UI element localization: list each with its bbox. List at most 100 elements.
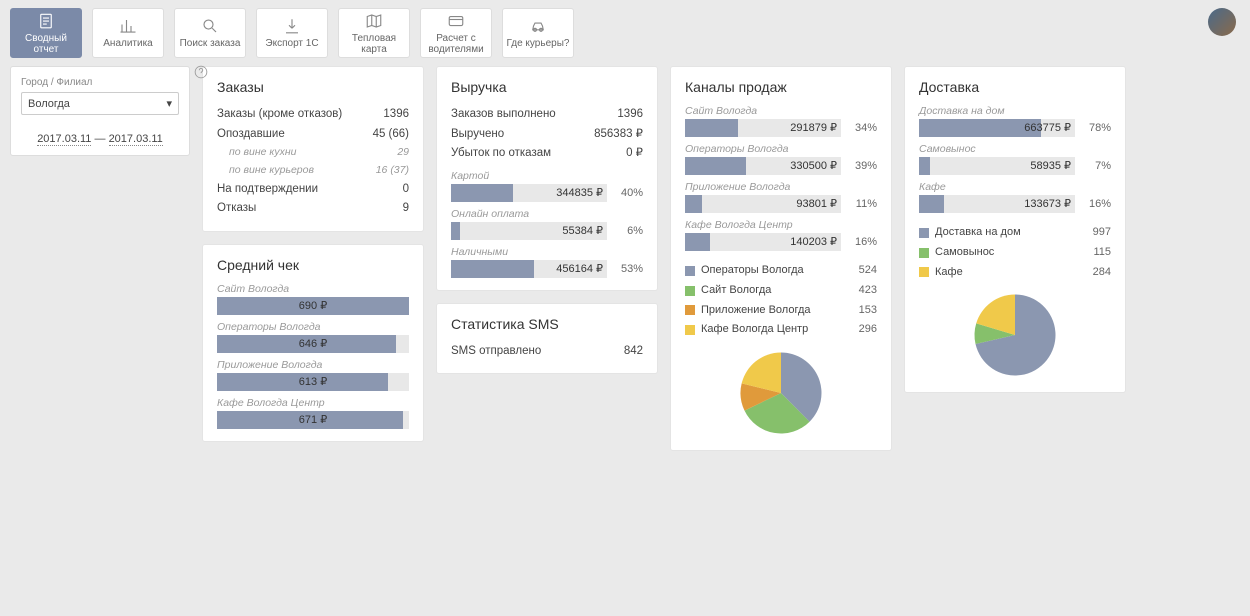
card-title: Каналы продаж: [685, 79, 877, 95]
bar: 690 ₽: [217, 297, 409, 315]
nav-heatmap[interactable]: Тепловая карта: [338, 8, 410, 58]
legend-item: Самовынос 115: [919, 243, 1111, 263]
bar-pct: 7%: [1081, 160, 1111, 172]
row-label: Отказы: [217, 199, 256, 219]
bar-fill: [919, 195, 944, 213]
nav-analytics[interactable]: Аналитика: [92, 8, 164, 58]
row-value: 9: [403, 199, 409, 219]
legend-value: 115: [1093, 243, 1111, 263]
bar-track: 93801 ₽: [685, 195, 841, 213]
bar: 291879 ₽ 34%: [685, 119, 877, 137]
bar-pct: 16%: [847, 236, 877, 248]
bar-track: 344835 ₽: [451, 184, 607, 202]
map-icon: [365, 12, 383, 30]
export-icon: [283, 17, 301, 35]
card-sms: Статистика SMS SMS отправлено 842: [436, 303, 658, 375]
legend-item: Доставка на дом997: [919, 223, 1111, 243]
legend-value: 153: [859, 301, 877, 321]
legend-value: 423: [859, 281, 877, 301]
bar-text: 690 ₽: [299, 297, 327, 315]
legend-swatch: [685, 286, 695, 296]
row-label: по вине кухни: [229, 144, 296, 162]
bar-track: 55384 ₽: [451, 222, 607, 240]
legend-item: Приложение Вологда153: [685, 301, 877, 321]
col-2: Выручка Заказов выполнено1396Выручено856…: [436, 66, 658, 374]
bar-pct: 34%: [847, 122, 877, 134]
bar: 344835 ₽ 40%: [451, 184, 643, 202]
table-row: Выручено856383 ₽: [451, 125, 643, 145]
bar-fill: [685, 119, 738, 137]
legend-swatch: [919, 228, 929, 238]
city-label: Город / Филиал: [21, 77, 179, 88]
bar: 55384 ₽6%: [451, 222, 643, 240]
chevron-down-icon: ▾: [166, 97, 172, 110]
bar-label: Картой: [451, 170, 643, 182]
bar-fill: [685, 233, 710, 251]
channels-legend: Операторы Вологда524Сайт Вологда423Прило…: [685, 261, 877, 340]
bar-pct: 39%: [847, 160, 877, 172]
bar: 330500 ₽ 39%: [685, 157, 877, 175]
bar-text: 58935 ₽: [1030, 157, 1071, 175]
bar-pct: 53%: [613, 263, 643, 275]
card-title: Средний чек: [217, 257, 409, 273]
card-title: Доставка: [919, 79, 1111, 95]
legend-value: 524: [859, 261, 877, 281]
avatar[interactable]: [1208, 8, 1236, 36]
row-label: по вине курьеров: [229, 162, 314, 180]
nav-summary-report[interactable]: Сводный отчет: [10, 8, 82, 58]
nav-export-1c[interactable]: Экспорт 1С: [256, 8, 328, 58]
search-icon: [201, 17, 219, 35]
sms-label: SMS отправлено: [451, 342, 541, 362]
nav-search-order[interactable]: Поиск заказа: [174, 8, 246, 58]
avgcheck-bars: Сайт Вологда690 ₽Операторы Вологда646 ₽П…: [217, 283, 409, 429]
bar: 456164 ₽ 53%: [451, 260, 643, 278]
card-delivery: Доставка Доставка на дом 663775 ₽78% Самов…: [904, 66, 1126, 393]
legend-label: Самовынос: [935, 243, 994, 263]
legend-swatch: [685, 266, 695, 276]
date-to: 2017.03.11: [109, 133, 163, 146]
bar-pct: 40%: [613, 187, 643, 199]
legend-value: 284: [1093, 263, 1111, 283]
cards: Заказы Заказы (кроме отказов)1396Опоздав…: [202, 66, 1240, 451]
nav-label: Расчет с водителями: [428, 33, 483, 55]
nav-couriers[interactable]: Где курьеры?: [502, 8, 574, 58]
date-from: 2017.03.11: [37, 133, 91, 146]
table-row: Заказов выполнено 1396: [451, 105, 643, 125]
bar-label: Сайт Вологда: [685, 105, 877, 117]
topbar: Сводный отчет Аналитика Поиск заказа Экс…: [0, 0, 1250, 66]
legend-item: Кафе284: [919, 263, 1111, 283]
city-select[interactable]: Вологда ▾: [21, 92, 179, 115]
bar-label: Приложение Вологда: [685, 181, 877, 193]
bar-label: Операторы Вологда: [685, 143, 877, 155]
date-range[interactable]: 2017.03.11 — 2017.03.11: [21, 133, 179, 145]
nav-driver-payments[interactable]: Расчет с водителями: [420, 8, 492, 58]
help-icon[interactable]: [194, 65, 208, 79]
table-row: Заказы (кроме отказов)1396: [217, 105, 409, 125]
row-value: 1396: [617, 105, 643, 125]
bar: 663775 ₽78%: [919, 119, 1111, 137]
card-title: Заказы: [217, 79, 409, 95]
revenue-rows: Заказов выполнено1396Выручено856383 ₽Убы…: [451, 105, 643, 164]
nav-label: Где курьеры?: [507, 38, 570, 49]
card-title: Статистика SMS: [451, 316, 643, 332]
nav-label: Экспорт 1С: [265, 38, 318, 49]
nav-label: Сводный отчет: [13, 33, 79, 55]
card-orders: Заказы Заказы (кроме отказов)1396Опоздав…: [202, 66, 424, 232]
bar-text: 133673 ₽: [1024, 195, 1071, 213]
bar-track: 456164 ₽: [451, 260, 607, 278]
bar: 671 ₽: [217, 411, 409, 429]
bar-label: Кафе Вологда Центр: [685, 219, 877, 231]
legend-label: Доставка на дом: [935, 223, 1021, 243]
row-label: Заказов выполнено: [451, 105, 556, 125]
bar-track: 140203 ₽: [685, 233, 841, 251]
legend-swatch: [919, 248, 929, 258]
bar-track: 663775 ₽: [919, 119, 1075, 137]
legend-swatch: [919, 267, 929, 277]
col-3: Каналы продаж Сайт Вологда 291879 ₽ 34% Опе…: [670, 66, 892, 451]
legend-label: Кафе Вологда Центр: [701, 320, 808, 340]
bar-label: Операторы Вологда: [217, 321, 409, 333]
nav-label: Поиск заказа: [180, 38, 241, 49]
legend-label: Операторы Вологда: [701, 261, 804, 281]
bar-text: 330500 ₽: [790, 157, 837, 175]
bar-track: 291879 ₽: [685, 119, 841, 137]
